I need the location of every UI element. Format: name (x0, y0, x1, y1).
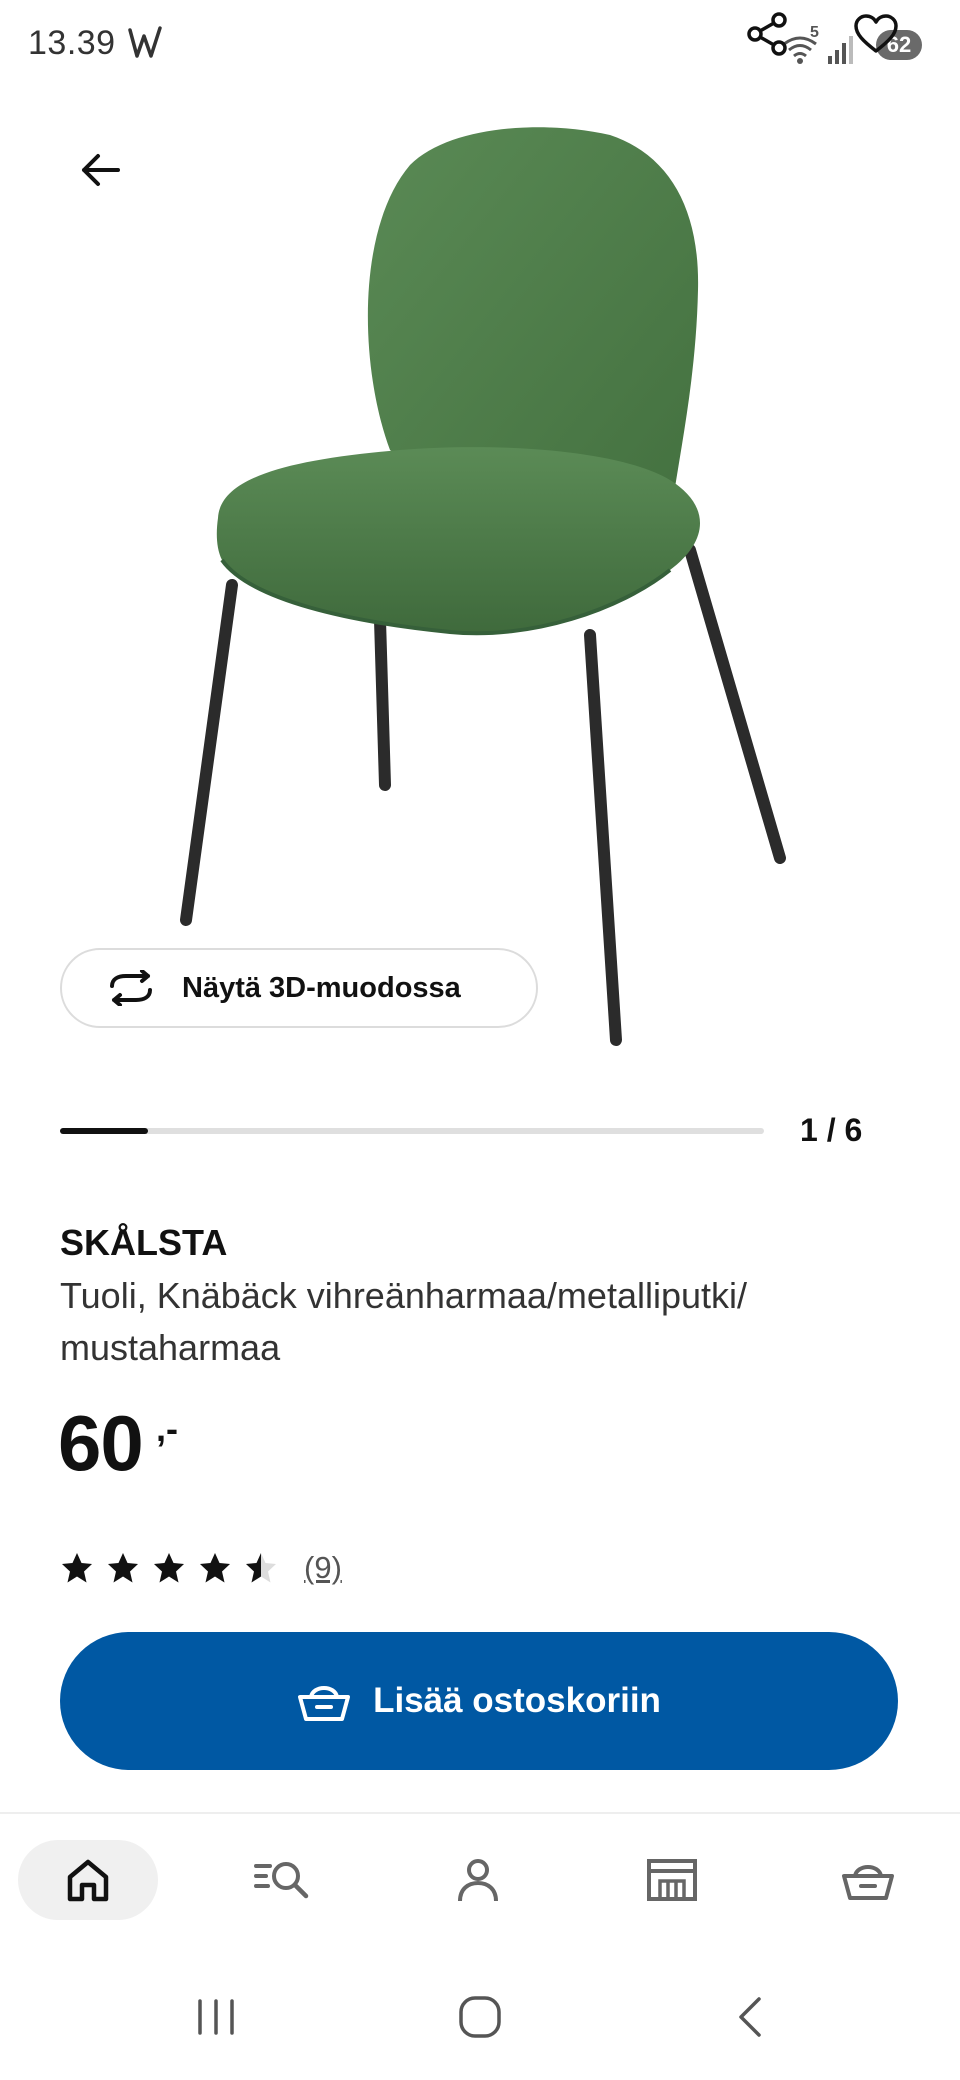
star-icon (246, 1553, 276, 1583)
nav-cart[interactable] (798, 1840, 938, 1920)
recent-apps-icon (198, 1999, 234, 2035)
nav-profile[interactable] (408, 1840, 548, 1920)
star-icon (154, 1553, 184, 1583)
person-icon (458, 1859, 498, 1902)
basket-icon (297, 1678, 351, 1724)
product-name: SKÅLSTA (60, 1222, 228, 1263)
bottom-navigation (0, 1812, 960, 1952)
status-bar: 13.39 5 62 (0, 0, 960, 90)
share-icon (747, 12, 787, 56)
basket-icon (842, 1865, 894, 1900)
gallery-page-counter: 1 / 6 (800, 1112, 863, 1148)
wifi-badge: 5 (810, 24, 819, 41)
status-time: 13.39 (28, 24, 116, 62)
product-rating[interactable]: (9) (60, 1550, 342, 1586)
home-system-button[interactable] (440, 1982, 520, 2052)
store-icon (647, 1859, 697, 1901)
product-page: 13.39 5 62 Näytä 3D-muodossa 1 / 6 SKÅLS… (0, 0, 960, 2080)
star-icon (62, 1553, 92, 1583)
product-image[interactable] (150, 120, 800, 1060)
product-price: 60 (58, 1399, 144, 1487)
home-icon (67, 1859, 109, 1902)
back-button[interactable] (70, 140, 130, 200)
view-3d-button[interactable]: Näytä 3D-muodossa (60, 948, 538, 1028)
product-description: Tuoli, Knäbäck vihreänharmaa/metalliputk… (60, 1275, 748, 1368)
nav-search[interactable] (212, 1840, 352, 1920)
arrow-left-icon (82, 154, 120, 186)
gallery-progress-track (60, 1128, 764, 1134)
nav-store[interactable] (602, 1840, 742, 1920)
system-navigation-bar (0, 1952, 960, 2080)
favorite-button[interactable] (848, 6, 904, 62)
heart-icon (854, 14, 898, 53)
app-indicator-icon (128, 26, 162, 58)
chevron-left-icon (739, 1997, 761, 2037)
review-count-link[interactable]: (9) (304, 1550, 342, 1586)
view-3d-label: Näytä 3D-muodossa (182, 971, 461, 1004)
star-icon (108, 1553, 138, 1583)
rotate-3d-icon (104, 968, 160, 1008)
star-icon (200, 1553, 230, 1583)
gallery-progress-fill (60, 1128, 148, 1134)
price-suffix: ,- (156, 1408, 178, 1449)
add-to-cart-button[interactable]: Lisää ostoskoriin (60, 1632, 898, 1770)
system-back-button[interactable] (710, 1982, 790, 2052)
add-to-cart-label: Lisää ostoskoriin (373, 1681, 661, 1720)
share-button[interactable] (740, 6, 796, 62)
rating-stars (60, 1551, 290, 1585)
recent-apps-button[interactable] (176, 1982, 256, 2052)
home-circle-icon (459, 1996, 501, 2038)
search-list-icon (254, 1862, 309, 1899)
nav-home[interactable] (18, 1840, 158, 1920)
